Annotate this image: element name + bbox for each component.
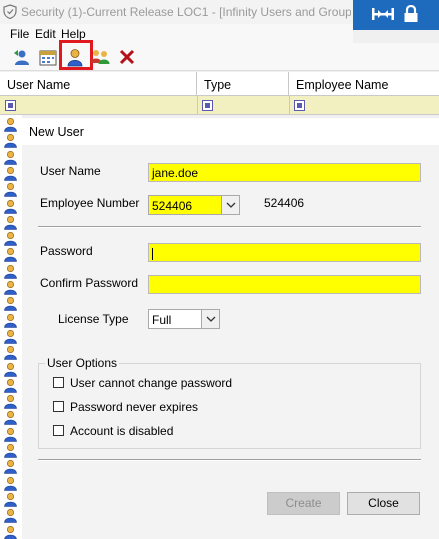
chevron-down-icon	[206, 316, 215, 322]
create-button[interactable]: Create	[267, 492, 340, 515]
user-row-icon[interactable]	[3, 247, 18, 263]
user-row-icon[interactable]	[3, 394, 18, 409]
employee-number-select[interactable]: 524406	[148, 195, 240, 215]
calendar-icon	[39, 50, 57, 66]
delete-icon	[119, 49, 135, 65]
user-row-icon[interactable]	[3, 166, 18, 181]
user-row-icon[interactable]	[3, 150, 18, 165]
user-options-label: User Options	[45, 356, 120, 370]
text-cursor	[152, 247, 153, 260]
account-disabled-label: Account is disabled	[70, 424, 174, 438]
license-type-select[interactable]: Full	[148, 309, 220, 329]
user-row-icon[interactable]	[3, 296, 18, 312]
user-row-icon[interactable]	[3, 313, 18, 328]
user-row-icon[interactable]	[3, 264, 18, 279]
license-type-label: License Type	[58, 312, 129, 326]
user-row-icon[interactable]	[3, 280, 18, 295]
user-name-input[interactable]: jane.doe	[148, 163, 421, 182]
cannot-change-password-label: User cannot change password	[70, 376, 233, 390]
chevron-down-icon	[226, 202, 235, 208]
menu-help[interactable]: Help	[61, 27, 86, 41]
user-row-icon[interactable]	[3, 329, 18, 344]
employee-number-label: Employee Number	[40, 196, 140, 210]
user-row-icon[interactable]	[3, 345, 18, 360]
groups-button[interactable]	[89, 46, 111, 68]
calendar-button[interactable]	[37, 46, 59, 68]
user-row-icon[interactable]	[3, 362, 18, 377]
license-type-value: Full	[152, 313, 172, 327]
user-row-icon[interactable]	[3, 525, 18, 539]
user-row-icon[interactable]	[3, 492, 18, 507]
close-button[interactable]: Close	[347, 492, 420, 515]
pin-icon[interactable]	[372, 7, 394, 21]
window-title: Security (1)-Current Release LOC1 - [Inf…	[21, 5, 351, 19]
lock-icon[interactable]	[403, 5, 419, 23]
employee-number-dropdown[interactable]	[221, 196, 239, 214]
refresh-user-icon	[14, 50, 29, 65]
separator	[38, 459, 421, 461]
user-row-strip	[0, 115, 22, 539]
user-row-icon[interactable]	[3, 427, 18, 442]
user-row-icon[interactable]	[3, 410, 18, 426]
confirm-password-input[interactable]	[148, 275, 421, 294]
group-icon	[90, 50, 110, 64]
new-user-dialog: New User User Name jane.doe Employee Num…	[22, 118, 439, 539]
employee-number-value: 524406	[152, 199, 193, 213]
user-row-icon[interactable]	[3, 215, 18, 230]
account-disabled-checkbox[interactable]	[53, 425, 64, 436]
user-name-label: User Name	[40, 164, 101, 178]
dialog-title: New User	[29, 125, 84, 139]
column-header-employee-name[interactable]: Employee Name	[289, 72, 439, 96]
password-never-expires-label: Password never expires	[70, 400, 199, 414]
filter-icon-employee-name[interactable]	[294, 100, 305, 111]
column-header-type[interactable]: Type	[197, 72, 289, 96]
confirm-password-label: Confirm Password	[40, 276, 139, 290]
user-row-icon[interactable]	[3, 199, 18, 214]
grid-header: User Name Type Employee Name	[0, 72, 439, 96]
user-row-icon[interactable]	[3, 378, 18, 393]
password-label: Password	[40, 244, 93, 258]
toolbar	[0, 40, 439, 71]
new-user-button-highlight	[59, 40, 93, 70]
filter-icon-user-name[interactable]	[5, 100, 16, 111]
shield-app-icon	[3, 4, 17, 19]
title-bar: Security (1)-Current Release LOC1 - [Inf…	[0, 0, 439, 30]
cannot-change-password-checkbox[interactable]	[53, 377, 64, 388]
password-input[interactable]	[148, 243, 421, 262]
user-row-icon[interactable]	[3, 459, 18, 475]
user-row-icon[interactable]	[3, 182, 18, 197]
refresh-user-button[interactable]	[11, 46, 33, 68]
password-never-expires-checkbox[interactable]	[53, 401, 64, 412]
column-header-user-name[interactable]: User Name	[0, 72, 197, 96]
dialog-title-bar: New User	[22, 118, 439, 145]
filter-row	[0, 96, 439, 115]
user-row-icon[interactable]	[3, 133, 18, 149]
menu-bar: File Edit Help	[0, 24, 353, 43]
user-row-icon[interactable]	[3, 231, 18, 246]
license-type-dropdown[interactable]	[201, 310, 219, 328]
user-row-icon[interactable]	[3, 443, 18, 458]
employee-number-display: 524406	[264, 196, 305, 210]
separator	[38, 226, 421, 228]
menu-file[interactable]: File	[10, 27, 29, 41]
remote-toolbar	[353, 0, 439, 30]
user-row-icon[interactable]	[3, 476, 18, 491]
user-row-icon[interactable]	[3, 117, 18, 132]
user-row-icon[interactable]	[3, 508, 18, 523]
menu-edit[interactable]: Edit	[35, 27, 56, 41]
delete-button[interactable]	[116, 46, 138, 68]
filter-icon-type[interactable]	[202, 100, 213, 111]
